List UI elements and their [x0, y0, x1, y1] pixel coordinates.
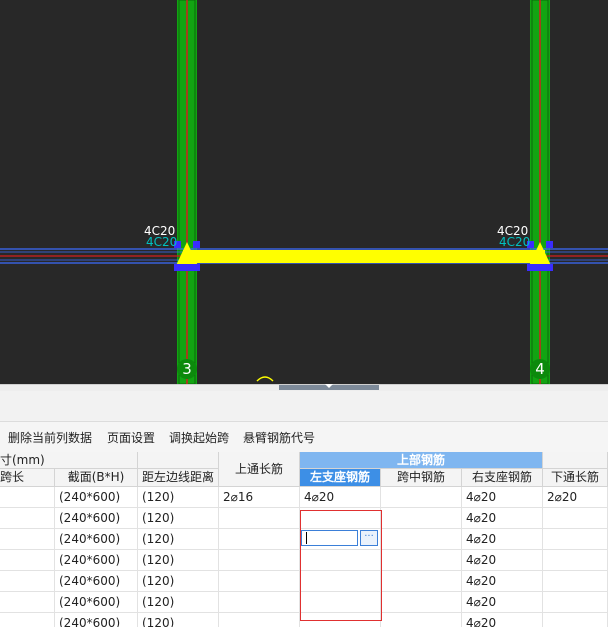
panel-header-strip [0, 391, 608, 422]
cell-mid-span[interactable] [381, 613, 462, 627]
header-section[interactable]: 截面(B*H) [55, 469, 138, 487]
cell-section[interactable]: (240*600) [55, 529, 138, 550]
cell-section[interactable]: (240*600) [55, 571, 138, 592]
cell-bottom-through[interactable] [543, 508, 608, 529]
cell-top-through[interactable] [219, 529, 300, 550]
header-mid-span[interactable]: 跨中钢筋 [381, 469, 462, 487]
cell-span-length[interactable] [0, 571, 55, 592]
cell-top-through[interactable] [219, 592, 300, 613]
cell-dist-left[interactable]: (120) [138, 613, 219, 627]
cell-bottom-through[interactable] [543, 571, 608, 592]
cell-dist-left[interactable]: (120) [138, 487, 219, 508]
cell-top-through[interactable]: 2⌀16 [219, 487, 300, 508]
panel-splitter[interactable] [0, 384, 608, 391]
cell-dist-left[interactable]: (120) [138, 592, 219, 613]
cell-section[interactable]: (240*600) [55, 613, 138, 627]
header-bottom-through[interactable]: 下通长筋 [543, 469, 608, 487]
header-top-through[interactable]: 上通长筋 [219, 452, 300, 487]
cell-mid-span[interactable] [381, 550, 462, 571]
drawing-svg [0, 0, 608, 384]
cell-top-through[interactable] [219, 571, 300, 592]
cell-span-length[interactable] [0, 529, 55, 550]
cell-top-through[interactable] [219, 508, 300, 529]
header-spacer-2 [543, 452, 608, 469]
cell-dist-left[interactable]: (120) [138, 550, 219, 571]
cell-dist-left[interactable]: (120) [138, 508, 219, 529]
cell-left-support[interactable]: 4⌀20 [300, 487, 381, 508]
cell-span-length[interactable] [0, 592, 55, 613]
page-setup-button[interactable]: 页面设置 [107, 429, 155, 446]
cell-mid-span[interactable] [381, 487, 462, 508]
cell-section[interactable]: (240*600) [55, 508, 138, 529]
column-label-left-cyan: 4C20 [146, 235, 178, 249]
cell-span-length[interactable] [0, 613, 55, 627]
cell-mid-span[interactable] [381, 508, 462, 529]
axis-number-3: 3 [177, 359, 197, 379]
cell-top-through[interactable] [219, 613, 300, 627]
swap-start-span-button[interactable]: 调换起始跨 [169, 429, 229, 446]
column-label-right-cyan: 4C20 [499, 235, 531, 249]
axis-number-4: 4 [530, 359, 550, 379]
cell-right-support[interactable]: 4⌀20 [462, 571, 543, 592]
cell-section[interactable]: (240*600) [55, 487, 138, 508]
cell-right-support[interactable]: 4⌀20 [462, 613, 543, 627]
more-options-button[interactable]: ··· [360, 530, 378, 546]
cell-right-support[interactable]: 4⌀20 [462, 529, 543, 550]
cell-dist-left[interactable]: (120) [138, 529, 219, 550]
cell-bottom-through[interactable] [543, 550, 608, 571]
cell-bottom-through[interactable] [543, 529, 608, 550]
cell-section[interactable]: (240*600) [55, 592, 138, 613]
cell-dist-left[interactable]: (120) [138, 571, 219, 592]
cell-left-support[interactable] [300, 592, 381, 613]
cell-top-through[interactable] [219, 550, 300, 571]
cell-right-support[interactable]: 4⌀20 [462, 550, 543, 571]
cell-bottom-through[interactable]: 2⌀20 [543, 487, 608, 508]
origin-marker [256, 376, 274, 382]
cell-left-support[interactable] [300, 508, 381, 529]
text-caret [306, 532, 307, 544]
header-spacer [138, 452, 219, 469]
header-group-upper-rebar: 上部钢筋 [300, 452, 543, 469]
header-span-length[interactable]: 跨长 [0, 469, 55, 487]
cell-left-support[interactable] [300, 571, 381, 592]
cell-mid-span[interactable] [381, 592, 462, 613]
cell-mid-span[interactable] [381, 571, 462, 592]
selected-beam[interactable] [183, 250, 545, 263]
cell-section[interactable]: (240*600) [55, 550, 138, 571]
cantilever-code-button[interactable]: 悬臂钢筋代号 [243, 429, 315, 446]
cell-span-length[interactable] [0, 550, 55, 571]
cad-drawing-canvas[interactable]: 4C20 4C20 4C20 4C20 3 4 [0, 0, 608, 384]
cell-left-support[interactable] [300, 550, 381, 571]
support-left-bottom [174, 264, 200, 271]
cell-left-support[interactable] [300, 613, 381, 627]
support-left-tr [193, 241, 200, 248]
support-right-bottom [527, 264, 553, 271]
cell-editor-input[interactable] [301, 530, 358, 546]
header-left-support[interactable]: 左支座钢筋 [300, 469, 381, 487]
support-right-tr [546, 241, 553, 248]
cell-right-support[interactable]: 4⌀20 [462, 592, 543, 613]
cell-right-support[interactable]: 4⌀20 [462, 487, 543, 508]
cell-span-length[interactable] [0, 487, 55, 508]
cell-span-length[interactable] [0, 508, 55, 529]
cell-mid-span[interactable] [381, 529, 462, 550]
header-dist-left[interactable]: 距左边线距离 [138, 469, 219, 487]
cell-right-support[interactable]: 4⌀20 [462, 508, 543, 529]
header-group-size: 寸(mm) [0, 452, 138, 469]
grid-toolbar: 删除当前列数据 页面设置 调换起始跨 悬臂钢筋代号 [0, 422, 608, 453]
cell-bottom-through[interactable] [543, 613, 608, 627]
cell-bottom-through[interactable] [543, 592, 608, 613]
delete-column-data-button[interactable]: 删除当前列数据 [8, 429, 92, 446]
collapse-arrow-icon[interactable] [325, 384, 333, 388]
header-right-support[interactable]: 右支座钢筋 [462, 469, 543, 487]
